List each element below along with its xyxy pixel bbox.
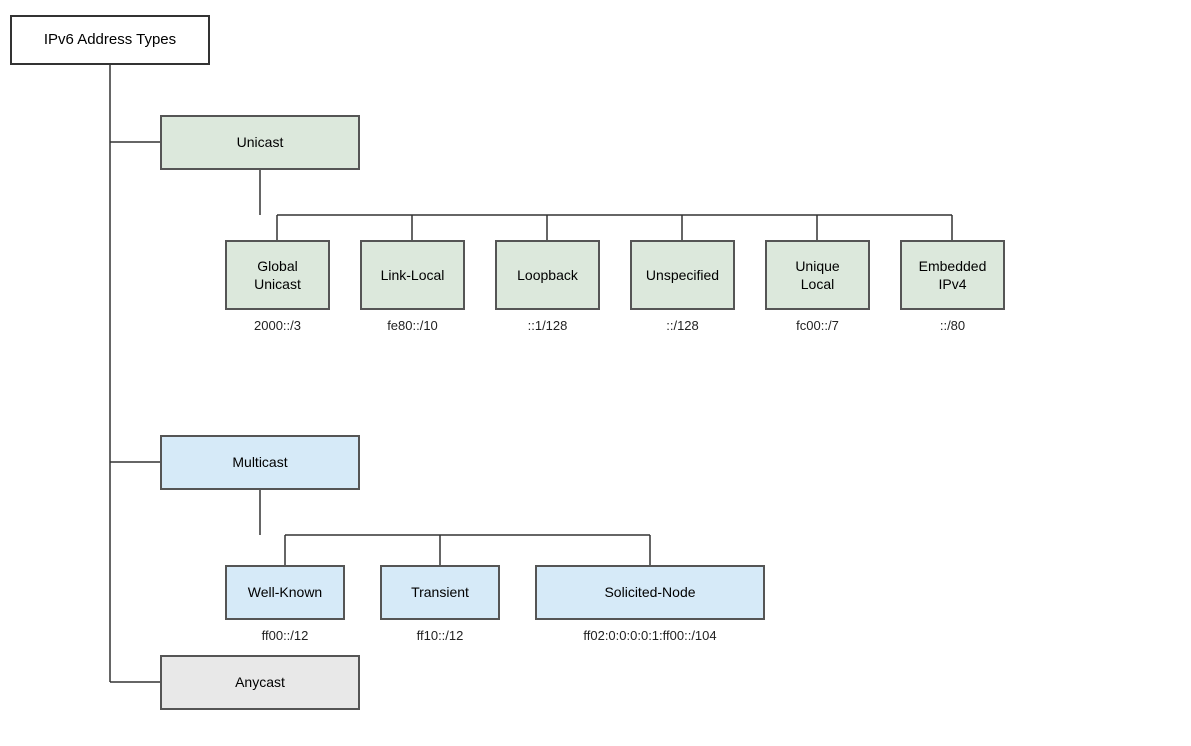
multicast-node: Multicast [160,435,360,490]
anycast-label: Anycast [235,673,285,691]
linklocal-sublabel: fe80::/10 [360,318,465,333]
uniquelocal-sublabel: fc00::/7 [765,318,870,333]
wellknown-node: Well-Known [225,565,345,620]
anycast-node: Anycast [160,655,360,710]
uniquelocal-label: UniqueLocal [795,257,839,293]
wellknown-sublabel: ff00::/12 [225,628,345,643]
embeddedipv4-label: EmbeddedIPv4 [919,257,987,293]
root-node: IPv6 Address Types [10,15,210,65]
wellknown-label: Well-Known [248,583,322,601]
unspecified-label: Unspecified [646,266,719,284]
root-label: IPv6 Address Types [44,30,176,50]
unspecified-sublabel: ::/128 [630,318,735,333]
loopback-label: Loopback [517,266,578,284]
unspecified-node: Unspecified [630,240,735,310]
diagram: IPv6 Address Types Unicast Multicast Any… [0,0,1191,746]
loopback-sublabel: ::1/128 [495,318,600,333]
transient-label: Transient [411,583,469,601]
global-unicast-node: GlobalUnicast [225,240,330,310]
solicitednode-label: Solicited-Node [604,583,695,601]
transient-node: Transient [380,565,500,620]
uniquelocal-node: UniqueLocal [765,240,870,310]
linklocal-node: Link-Local [360,240,465,310]
multicast-label: Multicast [232,453,287,471]
unicast-node: Unicast [160,115,360,170]
embeddedipv4-sublabel: ::/80 [900,318,1005,333]
global-sublabel: 2000::/3 [225,318,330,333]
transient-sublabel: ff10::/12 [380,628,500,643]
embeddedipv4-node: EmbeddedIPv4 [900,240,1005,310]
solicitednode-node: Solicited-Node [535,565,765,620]
solicitednode-sublabel: ff02:0:0:0:0:1:ff00::/104 [535,628,765,643]
linklocal-label: Link-Local [381,266,445,284]
unicast-label: Unicast [237,133,284,151]
global-label: GlobalUnicast [254,257,301,293]
loopback-node: Loopback [495,240,600,310]
